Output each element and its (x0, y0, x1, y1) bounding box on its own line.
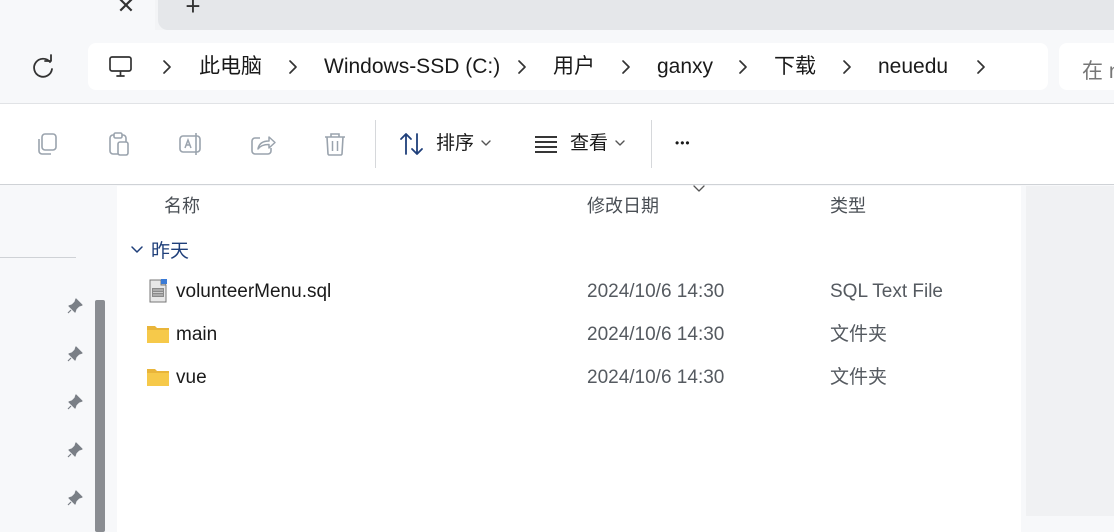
toolbar-separator (651, 120, 652, 168)
view-icon[interactable] (532, 130, 560, 158)
column-header-type[interactable]: 类型 (830, 195, 866, 217)
file-name[interactable]: main (176, 323, 217, 347)
add-tab-icon[interactable]: + (178, 0, 208, 21)
file-name[interactable]: volunteerMenu.sql (176, 280, 331, 304)
chevron-down-icon[interactable] (480, 137, 492, 149)
file-modified: 2024/10/6 14:30 (587, 281, 725, 302)
more-options-icon[interactable]: ••• (675, 131, 691, 155)
breadcrumb-downloads[interactable]: 下载 (774, 54, 816, 80)
file-type: 文件夹 (830, 324, 888, 345)
refresh-icon[interactable] (28, 53, 58, 83)
chevron-down-icon[interactable] (614, 137, 626, 149)
chevron-right-icon[interactable] (619, 56, 633, 78)
breadcrumb-ganxy[interactable]: ganxy (657, 54, 713, 80)
column-header-name[interactable]: 名称 (164, 195, 200, 217)
breadcrumb-drive-c[interactable]: Windows-SSD (C:) (324, 54, 500, 80)
copy-icon[interactable] (33, 130, 61, 158)
nav-scrollbar-thumb[interactable] (95, 300, 105, 532)
rename-icon[interactable] (177, 130, 205, 158)
search-placeholder[interactable]: 在 n (1082, 55, 1114, 85)
file-modified: 2024/10/6 14:30 (587, 324, 725, 345)
pin-icon[interactable] (66, 489, 84, 507)
breadcrumb-neuedu[interactable]: neuedu (878, 54, 948, 80)
pin-icon[interactable] (66, 345, 84, 363)
folder-icon (147, 326, 169, 343)
breadcrumb-this-pc[interactable]: 此电脑 (199, 54, 262, 80)
group-header-yesterday[interactable]: 昨天 (151, 240, 189, 264)
chevron-right-icon[interactable] (736, 56, 750, 78)
sql-file-icon (149, 279, 167, 303)
sort-icon[interactable] (398, 130, 426, 158)
this-pc-icon (109, 56, 132, 77)
breadcrumb-users[interactable]: 用户 (553, 54, 595, 80)
paste-icon[interactable] (105, 130, 133, 158)
file-type: 文件夹 (830, 367, 888, 388)
chevron-right-icon[interactable] (840, 56, 854, 78)
folder-icon (147, 369, 169, 386)
file-type: SQL Text File (830, 281, 943, 302)
view-button-label[interactable]: 查看 (570, 132, 608, 156)
file-name[interactable]: vue (176, 366, 207, 390)
chevron-right-icon[interactable] (974, 56, 988, 78)
details-pane-inner (1026, 186, 1114, 516)
chevron-down-icon[interactable] (129, 244, 145, 256)
chevron-right-icon[interactable] (286, 56, 300, 78)
nav-divider (0, 257, 76, 258)
tab-strip-empty-area (158, 0, 1114, 30)
chevron-right-icon[interactable] (515, 56, 529, 78)
file-modified: 2024/10/6 14:30 (587, 367, 725, 388)
sort-caret-icon (693, 185, 705, 192)
sort-button-label[interactable]: 排序 (436, 132, 474, 156)
delete-icon[interactable] (321, 130, 349, 158)
share-icon[interactable] (249, 130, 277, 158)
chevron-right-icon[interactable] (160, 56, 174, 78)
pin-icon[interactable] (66, 393, 84, 411)
close-tab-icon[interactable]: ✕ (112, 0, 140, 20)
toolbar-separator (375, 120, 376, 168)
pin-icon[interactable] (66, 297, 84, 315)
column-header-modified[interactable]: 修改日期 (587, 195, 659, 217)
pin-icon[interactable] (66, 441, 84, 459)
